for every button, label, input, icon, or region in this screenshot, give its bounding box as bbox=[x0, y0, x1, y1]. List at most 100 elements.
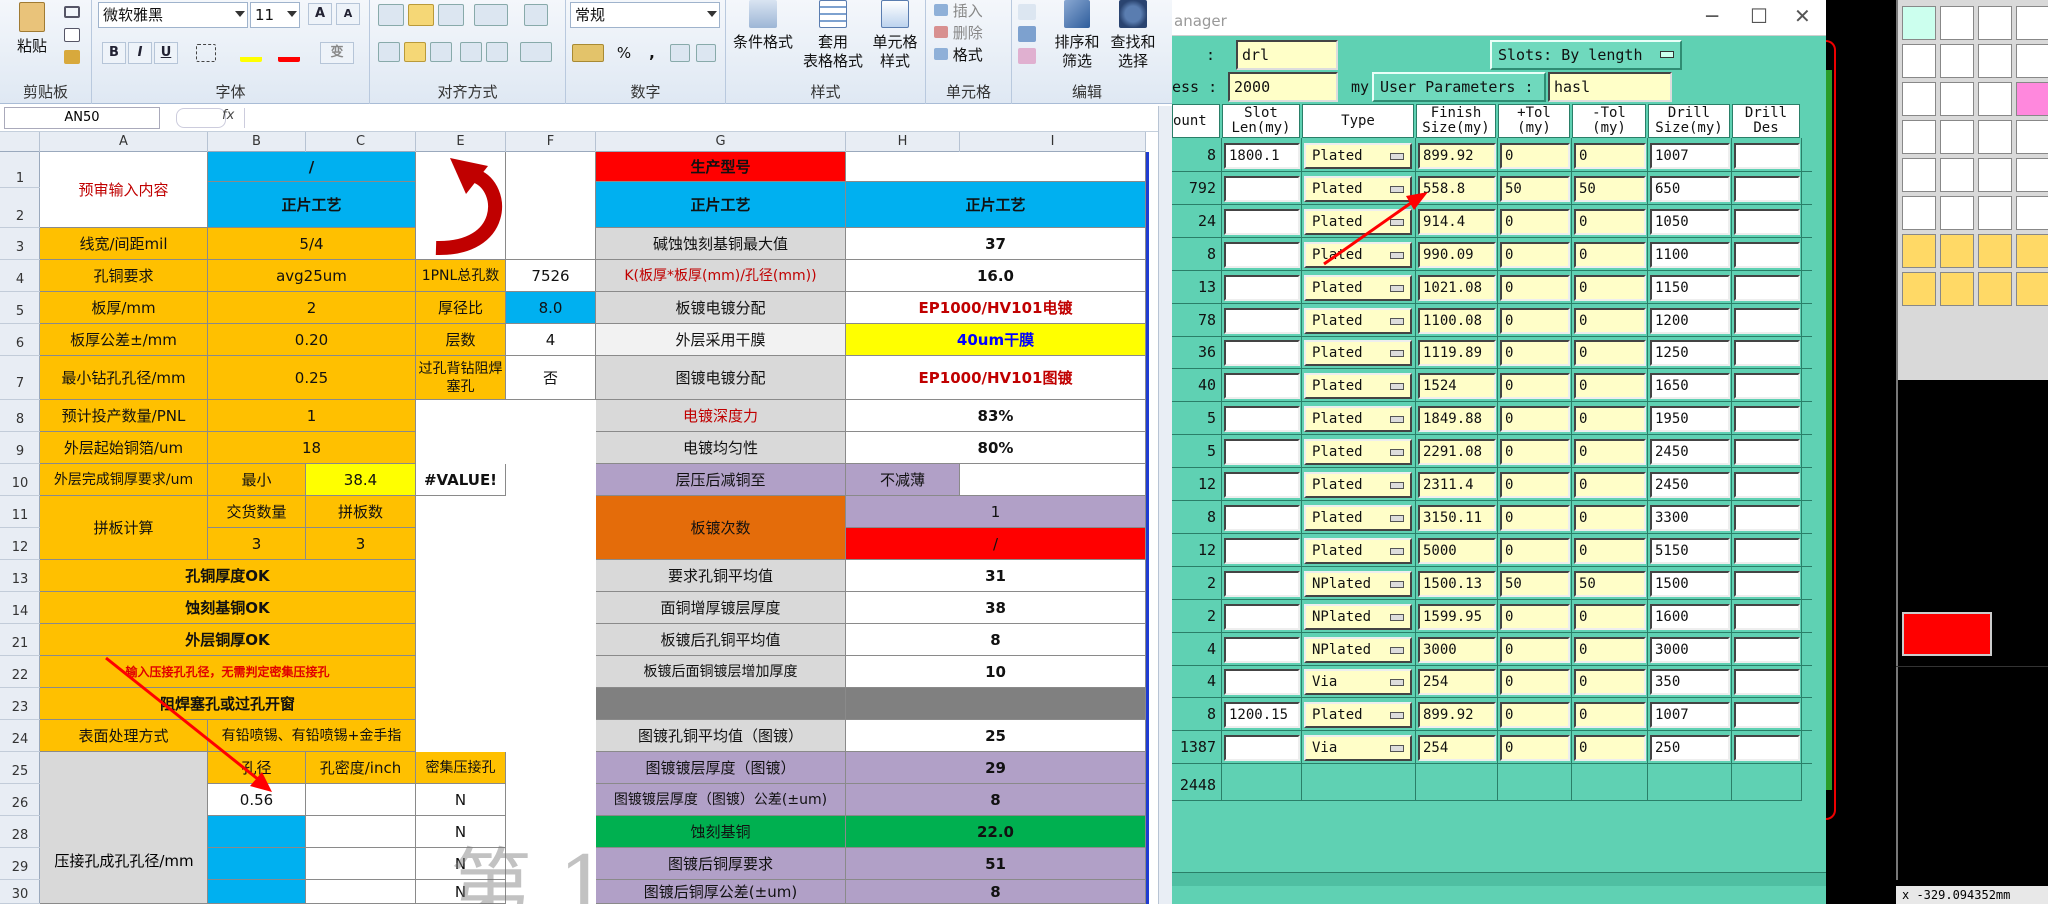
des-field[interactable] bbox=[1734, 340, 1800, 367]
array-icon[interactable] bbox=[1978, 44, 2012, 78]
ptol-field[interactable]: 0 bbox=[1500, 472, 1570, 498]
ntol-field[interactable]: 50 bbox=[1574, 570, 1646, 597]
drill-field[interactable]: 1600 bbox=[1650, 603, 1730, 630]
slot-field[interactable] bbox=[1224, 636, 1300, 663]
ptol-field[interactable]: 0 bbox=[1500, 340, 1570, 367]
drill-field[interactable]: 1650 bbox=[1650, 373, 1730, 400]
user-parameters-button[interactable]: User Parameters : bbox=[1372, 72, 1546, 102]
triangle-a-icon[interactable] bbox=[1940, 234, 1974, 268]
slot-field[interactable] bbox=[1224, 504, 1300, 531]
row-header[interactable]: 14 bbox=[0, 592, 40, 624]
row-header[interactable]: 25 bbox=[0, 752, 40, 784]
underline-button[interactable]: U bbox=[154, 42, 178, 64]
pin-icon[interactable] bbox=[1940, 196, 1974, 230]
row-header[interactable]: 23 bbox=[0, 688, 40, 720]
measure-icon[interactable] bbox=[1940, 120, 1974, 154]
finish-field[interactable]: 1100.08 bbox=[1418, 307, 1496, 334]
ntol-field[interactable]: 0 bbox=[1574, 340, 1646, 367]
select-all-corner[interactable] bbox=[0, 132, 40, 152]
center-icon[interactable] bbox=[1902, 44, 1936, 78]
finish-field[interactable]: 1021.08 bbox=[1418, 274, 1496, 301]
slots-option-menu[interactable]: Slots: By length bbox=[1490, 40, 1682, 70]
cell-g25[interactable]: 图镀镀层厚度（图镀） bbox=[596, 752, 846, 784]
cell-i2[interactable]: 正片工艺 bbox=[846, 182, 1146, 228]
slot-field[interactable]: 1800.1 bbox=[1224, 143, 1300, 169]
cell-a5[interactable]: 板厚/mm bbox=[40, 292, 208, 324]
cell-g26[interactable]: 图镀镀层厚度（图镀）公差(±um) bbox=[596, 784, 846, 816]
sort-filter-button[interactable]: 排序和 筛选 bbox=[1052, 0, 1102, 71]
snap-icon[interactable] bbox=[1902, 120, 1936, 154]
cell-f5[interactable]: 8.0 bbox=[506, 292, 596, 324]
drill-field[interactable]: 1150 bbox=[1650, 274, 1730, 301]
drill-field[interactable]: 1007 bbox=[1650, 702, 1730, 729]
decrease-decimal-icon[interactable] bbox=[696, 44, 716, 62]
ntol-field[interactable]: 0 bbox=[1574, 208, 1646, 235]
cell-e25[interactable]: 密集压接孔 bbox=[416, 752, 506, 784]
cell-i26[interactable]: 8 bbox=[846, 784, 1146, 816]
tool-name-input[interactable]: drl bbox=[1236, 40, 1338, 70]
cell-e10[interactable]: #VALUE! bbox=[416, 464, 506, 496]
type-option-menu[interactable]: Plated bbox=[1304, 504, 1412, 531]
pointer-d-icon[interactable] bbox=[2016, 272, 2048, 306]
row-header[interactable]: 29 bbox=[0, 848, 40, 880]
des-field[interactable] bbox=[1734, 373, 1800, 400]
slot-field[interactable] bbox=[1224, 439, 1300, 466]
ptol-field[interactable]: 0 bbox=[1500, 208, 1570, 235]
des-field[interactable] bbox=[1734, 603, 1800, 630]
cell-i7[interactable]: EP1000/HV101图镀 bbox=[846, 356, 1146, 400]
ntol-field[interactable]: 0 bbox=[1574, 537, 1646, 564]
row-header[interactable]: 2 bbox=[0, 188, 40, 228]
type-option-menu[interactable]: Plated bbox=[1304, 406, 1412, 433]
cell-h12[interactable]: / bbox=[846, 528, 1146, 560]
cell-c28[interactable] bbox=[306, 816, 416, 848]
cell-b30[interactable] bbox=[208, 880, 306, 904]
slot-field[interactable] bbox=[1224, 340, 1300, 367]
layer-icon[interactable] bbox=[1902, 6, 1936, 40]
drill-field[interactable]: 350 bbox=[1650, 669, 1730, 696]
cell-g14[interactable]: 面铜增厚镀层厚度 bbox=[596, 592, 846, 624]
cell-g30[interactable]: 图镀后铜厚公差(±um) bbox=[596, 880, 846, 904]
slot-field[interactable] bbox=[1224, 373, 1300, 400]
drill-field[interactable]: 1500 bbox=[1650, 570, 1730, 597]
cell-i24[interactable]: 25 bbox=[846, 720, 1146, 752]
cell-i5[interactable]: EP1000/HV101电镀 bbox=[846, 292, 1146, 324]
drill-field[interactable]: 250 bbox=[1650, 735, 1730, 762]
des-field[interactable] bbox=[1734, 636, 1800, 663]
format-as-table-button[interactable]: 套用 表格格式 bbox=[800, 0, 866, 71]
cell-i14[interactable]: 38 bbox=[846, 592, 1146, 624]
row-header[interactable]: 22 bbox=[0, 656, 40, 688]
cell-b4[interactable]: avg25um bbox=[208, 260, 416, 292]
ntol-field[interactable]: 0 bbox=[1574, 307, 1646, 334]
drill-field[interactable]: 1200 bbox=[1650, 307, 1730, 334]
autosum-icon[interactable] bbox=[1018, 4, 1036, 20]
des-field[interactable] bbox=[1734, 472, 1800, 498]
cell-g5[interactable]: 板镀电镀分配 bbox=[596, 292, 846, 324]
ntol-field[interactable]: 0 bbox=[1574, 439, 1646, 466]
cell-i28[interactable]: 22.0 bbox=[846, 816, 1146, 848]
delete-button[interactable]: 删除 bbox=[934, 24, 1008, 43]
drill-field[interactable]: 3000 bbox=[1650, 636, 1730, 663]
grid-icon[interactable] bbox=[1978, 82, 2012, 116]
cell-c11[interactable]: 拼板数 bbox=[306, 496, 416, 528]
type-option-menu[interactable]: Plated bbox=[1304, 373, 1412, 400]
finish-field[interactable]: 1500.13 bbox=[1418, 570, 1496, 597]
ptol-field[interactable]: 0 bbox=[1500, 537, 1570, 564]
ntol-field[interactable]: 0 bbox=[1574, 669, 1646, 696]
type-option-menu[interactable]: Plated bbox=[1304, 340, 1412, 367]
italic-button[interactable]: I bbox=[128, 42, 152, 64]
align-right-icon[interactable] bbox=[430, 42, 452, 62]
cell-h11[interactable]: 1 bbox=[846, 496, 1146, 528]
drill-field[interactable]: 2450 bbox=[1650, 472, 1730, 498]
cell-a1[interactable]: 预审输入内容 bbox=[40, 152, 208, 228]
des-field[interactable] bbox=[1734, 307, 1800, 334]
drill-field[interactable]: 650 bbox=[1650, 175, 1730, 202]
cell-g28[interactable]: 蚀刻基铜 bbox=[596, 816, 846, 848]
type-option-menu[interactable]: Plated bbox=[1304, 274, 1412, 301]
cell-c10[interactable]: 38.4 bbox=[306, 464, 416, 496]
column-header[interactable]: F bbox=[506, 132, 596, 152]
cell-a28[interactable]: 压接孔成孔孔径/mm bbox=[40, 816, 208, 904]
cell-i4[interactable]: 16.0 bbox=[846, 260, 1146, 292]
cell-e7[interactable]: 过孔背钻阻焊塞孔 bbox=[416, 356, 506, 400]
cell-g9[interactable]: 电镀均匀性 bbox=[596, 432, 846, 464]
cell-e6[interactable]: 层数 bbox=[416, 324, 506, 356]
